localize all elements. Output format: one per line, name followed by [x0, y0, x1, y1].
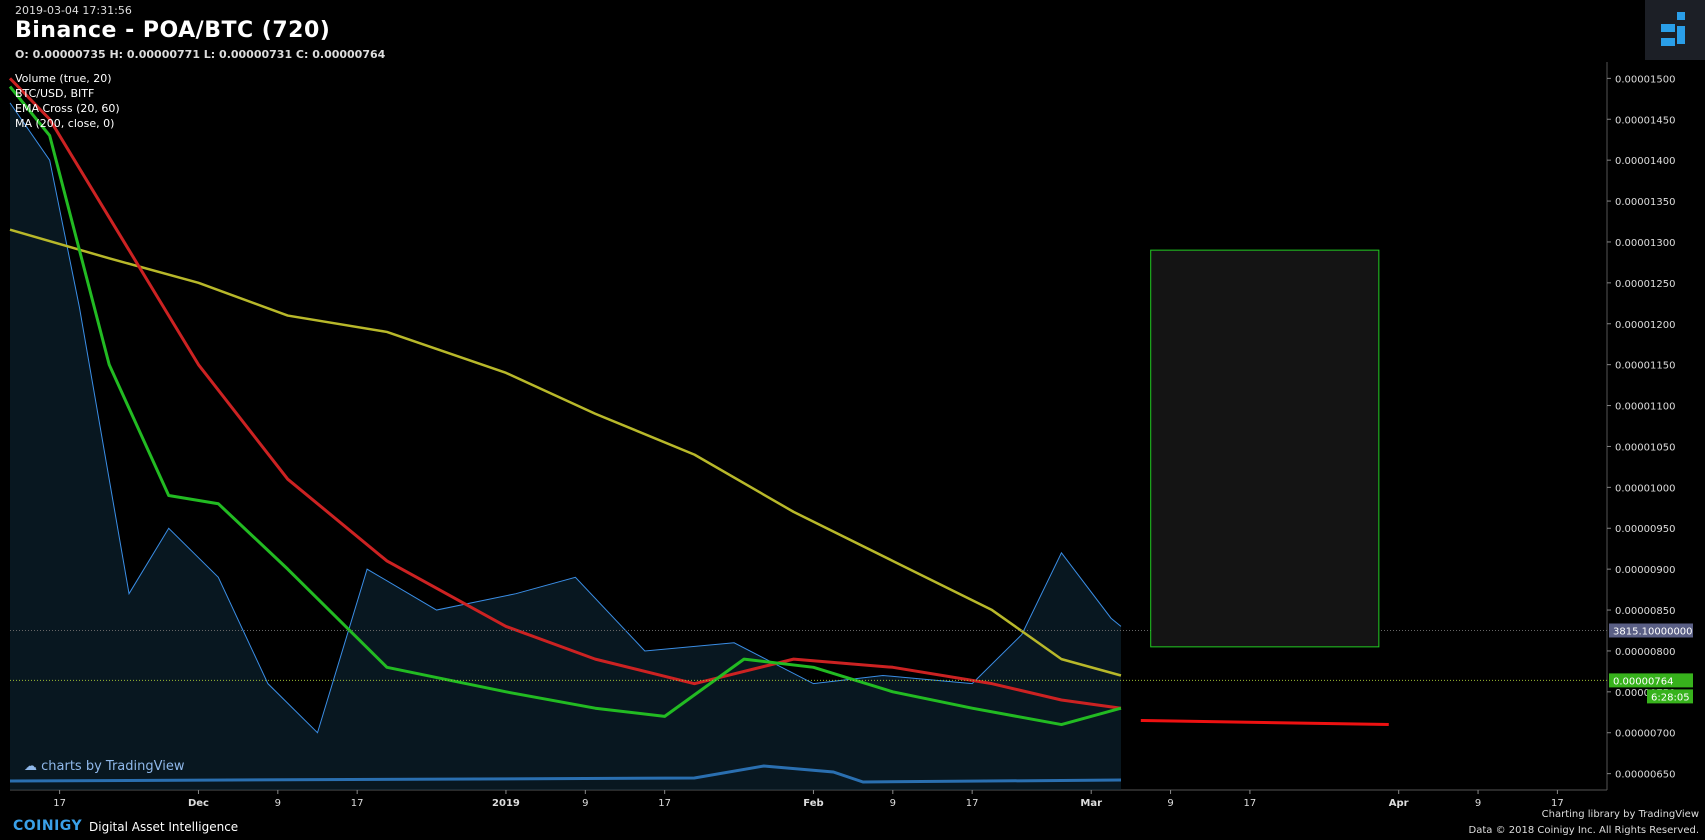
price-tick-label: 0.00001500	[1615, 74, 1675, 85]
time-tick-label: 9	[890, 798, 896, 809]
coinigy-menu-button[interactable]	[1645, 0, 1705, 60]
rectangle-drawing	[1150, 249, 1380, 648]
chart-title: Binance - POA/BTC (720)	[15, 18, 331, 43]
price-tick-label: 0.00000700	[1615, 729, 1675, 740]
price-chart[interactable]: 0.00001500 0.00001450 0.00001400 0.00001350…	[0, 0, 1705, 840]
indicator-legend: Volume (true, 20) BTC/USD, BITF EMA Cros…	[15, 71, 120, 131]
price-tick-label: 0.00000900	[1615, 565, 1675, 576]
price-tick-label: 0.00000650	[1615, 770, 1675, 781]
price-tick-label: 0.00001000	[1615, 483, 1675, 494]
last-price-tag: 0.00000764	[1609, 673, 1693, 688]
trend-line-drawing	[1140, 718, 1389, 727]
time-tick-label: Apr	[1389, 798, 1409, 809]
price-tick-label: 0.00001300	[1615, 238, 1675, 249]
countdown-tag-text: 6:28:05	[1651, 692, 1690, 703]
time-tick-label: Dec	[188, 798, 209, 809]
cloud-icon: ☁	[24, 759, 37, 774]
price-tick-label: 0.00001400	[1615, 156, 1675, 167]
btc-usd-area	[10, 102, 1121, 791]
price-tick-label: 0.00001450	[1615, 115, 1675, 126]
time-tick-label: Mar	[1080, 798, 1102, 809]
last-price-tag-text: 0.00000764	[1613, 676, 1673, 687]
price-tick-label: 0.00001200	[1615, 320, 1675, 331]
btc-usd-price-tag: 3815.10000000	[1609, 623, 1693, 638]
tv-logo-text: charts by TradingView	[41, 759, 185, 774]
coinigy-tagline: Digital Asset Intelligence	[89, 820, 239, 834]
time-tick-label: 17	[966, 798, 979, 809]
price-tick-label: 0.00001050	[1615, 442, 1675, 453]
countdown-tag: 6:28:05	[1647, 689, 1693, 704]
data-credit: Data © 2018 Coinigy Inc. All Rights Rese…	[1468, 825, 1699, 836]
time-tick-label: 17	[1551, 798, 1564, 809]
price-tick-label: 0.00001100	[1615, 402, 1675, 413]
time-tick-label: 17	[1244, 798, 1257, 809]
coinigy-brand[interactable]: COINIGY	[13, 818, 82, 834]
price-tick-label: 0.00000800	[1615, 647, 1675, 658]
time-tick-label: 2019	[492, 798, 520, 809]
tradingview-logo[interactable]: ☁ charts by TradingView	[24, 759, 184, 774]
price-tick-label: 0.00001350	[1615, 197, 1675, 208]
timestamp: 2019-03-04 17:31:56	[15, 4, 132, 17]
price-tick-label: 0.00001250	[1615, 279, 1675, 290]
legend-btc-usd[interactable]: BTC/USD, BITF	[15, 86, 120, 101]
price-tick-label: 0.00001150	[1615, 361, 1675, 372]
time-tick-label: 9	[275, 798, 281, 809]
time-tick-label: Feb	[803, 798, 823, 809]
time-tick-label: 17	[658, 798, 671, 809]
legend-volume[interactable]: Volume (true, 20)	[15, 71, 120, 86]
charting-credit[interactable]: Charting library by TradingView	[1542, 809, 1699, 820]
coinigy-logo-icon	[1661, 12, 1685, 46]
price-tick-label: 0.00000950	[1615, 524, 1675, 535]
time-tick-label: 9	[1475, 798, 1481, 809]
price-tick-label: 0.00000850	[1615, 606, 1675, 617]
time-tick-label: 9	[582, 798, 588, 809]
legend-ema-cross[interactable]: EMA Cross (20, 60)	[15, 101, 120, 116]
time-tick-label: 17	[351, 798, 364, 809]
btc-usd-price-tag-text: 3815.10000000	[1613, 626, 1693, 637]
ohlc-readout: O: 0.00000735 H: 0.00000771 L: 0.0000073…	[15, 48, 386, 61]
legend-ma[interactable]: MA (200, close, 0)	[15, 116, 120, 131]
time-tick-label: 17	[53, 798, 66, 809]
time-tick-label: 9	[1167, 798, 1173, 809]
